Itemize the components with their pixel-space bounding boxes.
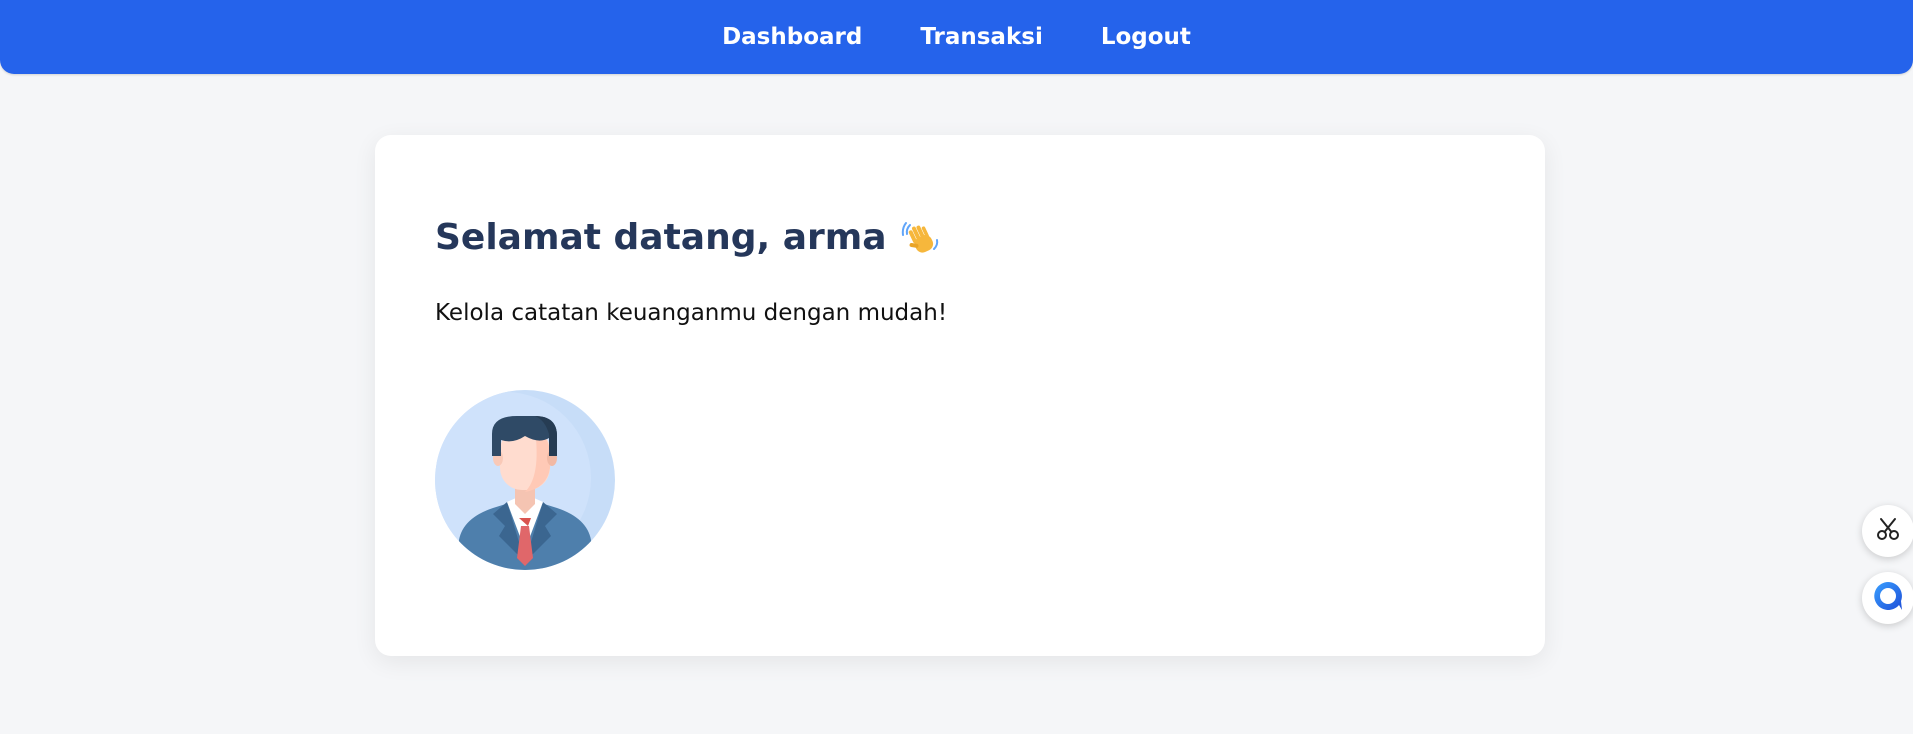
welcome-card: Selamat datang, arma Kelola catatan keua… <box>375 135 1545 656</box>
avatar <box>435 390 615 570</box>
top-navbar: Dashboard Transaksi Logout <box>0 0 1913 74</box>
nav-link-logout[interactable]: Logout <box>1101 25 1191 49</box>
scissors-icon <box>1875 516 1901 546</box>
floating-scissors-button[interactable] <box>1862 505 1913 557</box>
floating-chat-button[interactable] <box>1862 572 1913 624</box>
welcome-title: Selamat datang, arma <box>435 217 887 258</box>
chat-bubble-icon <box>1871 579 1905 617</box>
nav-link-dashboard[interactable]: Dashboard <box>722 25 862 49</box>
welcome-subtitle: Kelola catatan keuanganmu dengan mudah! <box>435 300 948 326</box>
nav-link-transaksi[interactable]: Transaksi <box>920 25 1042 49</box>
waving-hand-icon <box>901 218 941 258</box>
welcome-heading: Selamat datang, arma <box>435 217 941 258</box>
